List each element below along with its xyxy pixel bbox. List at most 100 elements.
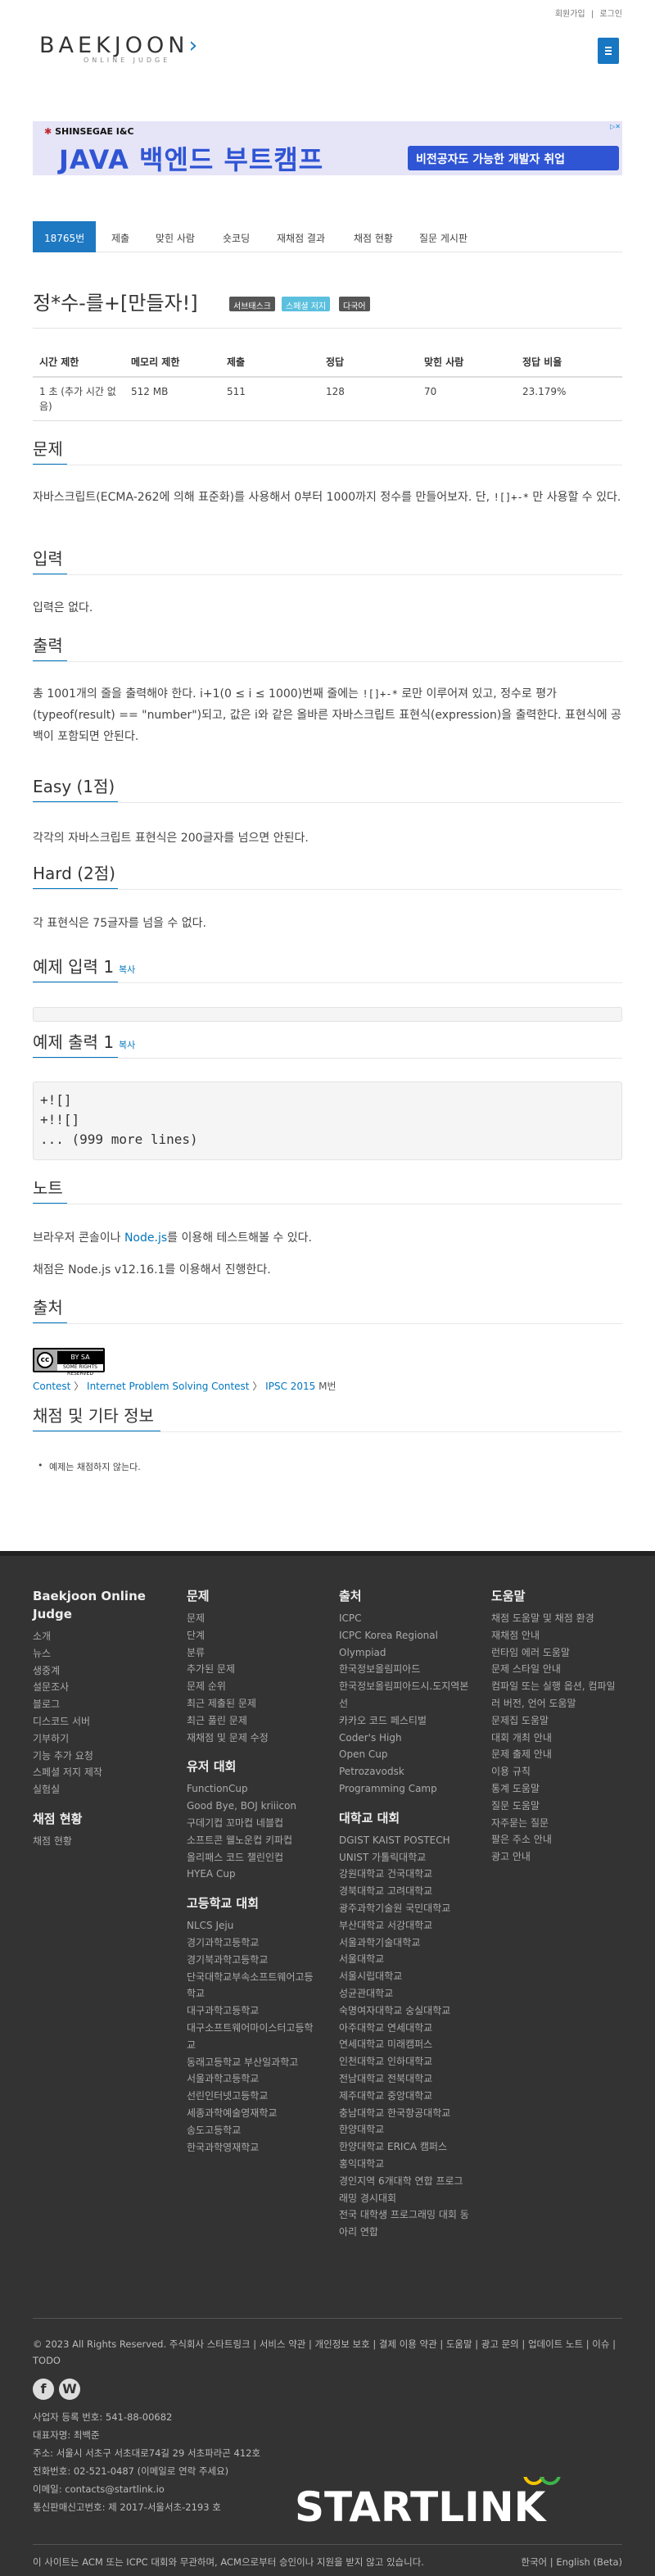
footer-link[interactable]: 기능 추가 요청 xyxy=(33,1748,172,1765)
footer-link[interactable]: 채점 도움말 및 채점 환경 xyxy=(491,1610,622,1627)
footer-link[interactable]: UNIST 가톨릭대학교 xyxy=(339,1849,470,1866)
footer-link[interactable]: 한양대학교 xyxy=(339,2121,470,2138)
footer-link[interactable]: 대회 개최 안내 xyxy=(491,1730,622,1747)
footer-link[interactable]: 성균관대학교 xyxy=(339,1985,470,2002)
tab-solvers[interactable]: 맞힌 사람 xyxy=(156,221,195,252)
footer-link[interactable]: 문제 스타일 안내 xyxy=(491,1661,622,1678)
footer-link[interactable]: 뉴스 xyxy=(33,1645,172,1662)
footer-link[interactable]: 문제 xyxy=(187,1610,318,1627)
footer-link[interactable]: 서울과학고등학교 xyxy=(187,2070,318,2088)
label-subtask[interactable]: 서브태스크 xyxy=(229,297,275,311)
label-special-judge[interactable]: 스페셜 저지 xyxy=(282,297,331,311)
footer-link[interactable]: 재채점 안내 xyxy=(491,1627,622,1644)
footer-link[interactable]: 강원대학교 건국대학교 xyxy=(339,1866,470,1883)
footer-link[interactable]: 대구과학고등학교 xyxy=(187,2002,318,2020)
footer-link[interactable]: 올리패스 코드 챌린인컵 xyxy=(187,1849,318,1866)
copy-sample-output-button[interactable]: 복사 xyxy=(119,1040,135,1050)
footer-link[interactable]: 스페셜 저지 제작 xyxy=(33,1764,172,1781)
footer-link[interactable]: 추가된 문제 xyxy=(187,1661,318,1678)
footer-link[interactable]: ICPC xyxy=(339,1610,470,1627)
site-logo[interactable]: BAEKJOON› ONLINE JUDGE xyxy=(39,33,203,79)
footer-link[interactable]: 제주대학교 중앙대학교 xyxy=(339,2088,470,2105)
footer-link[interactable]: Open Cup xyxy=(339,1746,470,1763)
footer-link[interactable]: 아주대학교 연세대학교 xyxy=(339,2020,470,2037)
footer-link[interactable]: 경기과학고등학교 xyxy=(187,1934,318,1952)
footer-copyright-links[interactable]: © 2023 All Rights Reserved. 주식회사 스타트링크 |… xyxy=(33,2336,622,2369)
footer-link[interactable]: 자주묻는 질문 xyxy=(491,1815,622,1832)
footer-link[interactable]: 한양대학교 ERICA 캠퍼스 xyxy=(339,2138,470,2156)
footer-link[interactable]: 한국정보올림피아드 xyxy=(339,1661,470,1678)
footer-link[interactable]: 경기북과학고등학교 xyxy=(187,1952,318,1969)
footer-link[interactable]: 광고 안내 xyxy=(491,1848,622,1866)
nodejs-link[interactable]: Node.js xyxy=(124,1231,167,1245)
tab-status[interactable]: 채점 현황 xyxy=(354,221,393,252)
footer-link[interactable]: 문제 출제 안내 xyxy=(491,1746,622,1763)
footer-link[interactable]: DGIST KAIST POSTECH xyxy=(339,1832,470,1849)
menu-toggle-button[interactable] xyxy=(598,38,619,64)
footer-link[interactable]: 재채점 및 문제 수정 xyxy=(187,1730,318,1747)
footer-link[interactable]: 문제 순위 xyxy=(187,1678,318,1695)
footer-link[interactable]: 최근 제출된 문제 xyxy=(187,1695,318,1712)
footer-link[interactable]: 단국대학교부속소프트웨어고등학교 xyxy=(187,1969,318,2003)
label-multilingual[interactable]: 다국어 xyxy=(339,297,370,311)
wordpress-icon[interactable]: W xyxy=(59,2379,80,2400)
footer-link[interactable]: HYEA Cup xyxy=(187,1866,318,1883)
tab-board[interactable]: 질문 게시판 xyxy=(419,221,468,252)
footer-link[interactable]: 충남대학교 한국항공대학교 xyxy=(339,2105,470,2122)
crumb-ipsc-2015[interactable]: IPSC 2015 xyxy=(265,1381,315,1392)
footer-link[interactable]: 송도고등학교 xyxy=(187,2122,318,2139)
footer-link[interactable]: Good Bye, BOJ kriiicon xyxy=(187,1798,318,1815)
signup-link[interactable]: 회원가입 xyxy=(555,10,585,19)
footer-link[interactable]: Petrozavodsk xyxy=(339,1763,470,1780)
footer-link[interactable]: 연세대학교 미래캠퍼스 xyxy=(339,2036,470,2053)
tab-problem-number[interactable]: 18765번 xyxy=(33,221,97,252)
footer-link[interactable]: 동래고등학교 부산일과학고 xyxy=(187,2054,318,2071)
language-switcher[interactable]: 한국어 | English (Beta) xyxy=(521,2556,622,2569)
footer-link[interactable]: Coder's High xyxy=(339,1730,470,1747)
startlink-logo[interactable]: STARTLINK xyxy=(295,2450,622,2531)
facebook-icon[interactable]: f xyxy=(33,2379,54,2400)
footer-link[interactable]: 단계 xyxy=(187,1627,318,1644)
footer-link[interactable]: 대구소프트웨어마이스터고등학교 xyxy=(187,2020,318,2054)
footer-link[interactable]: Olympiad xyxy=(339,1644,470,1662)
footer-link[interactable]: 문제집 도움말 xyxy=(491,1712,622,1730)
footer-link[interactable]: 광주과학기술원 국민대학교 xyxy=(339,1900,470,1917)
ad-banner[interactable]: ✱ SHINSEGAE I&C JAVA 백엔드 부트캠프 비전공자도 가능한 … xyxy=(33,121,622,175)
footer-link[interactable]: 최근 풀린 문제 xyxy=(187,1712,318,1730)
footer-link[interactable]: 채점 현황 xyxy=(33,1833,172,1850)
footer-link[interactable]: 부산대학교 서강대학교 xyxy=(339,1917,470,1934)
footer-link[interactable]: 기부하기 xyxy=(33,1730,172,1748)
footer-link[interactable]: 런타임 에러 도움말 xyxy=(491,1644,622,1662)
footer-link[interactable]: 팔은 주소 안내 xyxy=(491,1831,622,1848)
footer-link[interactable]: 서울대학교 xyxy=(339,1951,470,1968)
footer-link[interactable]: Programming Camp xyxy=(339,1780,470,1798)
footer-link[interactable]: 구데기컵 꼬마컵 네블컵 xyxy=(187,1815,318,1832)
footer-link[interactable]: 소프트콘 웰노운컵 키파컵 xyxy=(187,1832,318,1849)
footer-link[interactable]: 경인지역 6개대학 연합 프로그래밍 경시대회 xyxy=(339,2173,470,2207)
footer-link[interactable]: 실험실 xyxy=(33,1781,172,1798)
footer-link[interactable]: 홍익대학교 xyxy=(339,2156,470,2173)
sample-output-box[interactable]: +![] +!![] ... (999 more lines) xyxy=(33,1082,622,1160)
footer-link[interactable]: 서울시립대학교 xyxy=(339,1968,470,1985)
footer-link[interactable]: 블로그 xyxy=(33,1696,172,1713)
tab-rejudge-result[interactable]: 재채점 결과 xyxy=(277,221,325,252)
footer-link[interactable]: 인천대학교 인하대학교 xyxy=(339,2053,470,2070)
sample-input-box[interactable] xyxy=(33,1007,622,1022)
creative-commons-license-icon[interactable]: cc BY SA SOME RIGHTS RESERVED xyxy=(33,1348,105,1376)
crumb-ipsc[interactable]: Internet Problem Solving Contest xyxy=(87,1381,249,1392)
footer-link[interactable]: 한국정보올림피아드시.도지역본선 xyxy=(339,1678,470,1712)
tab-submit[interactable]: 제출 xyxy=(111,221,129,252)
footer-link[interactable]: 디스코드 서버 xyxy=(33,1713,172,1730)
footer-link[interactable]: 분류 xyxy=(187,1644,318,1662)
footer-link[interactable]: 설문조사 xyxy=(33,1679,172,1696)
footer-link[interactable]: 이용 규칙 xyxy=(491,1763,622,1780)
footer-link[interactable]: ICPC Korea Regional xyxy=(339,1627,470,1644)
footer-link[interactable]: 전국 대학생 프로그래밍 대회 동아리 연합 xyxy=(339,2206,470,2241)
footer-link[interactable]: 한국과학영재학교 xyxy=(187,2139,318,2156)
copy-sample-input-button[interactable]: 복사 xyxy=(119,964,135,975)
ad-close-icon[interactable]: ▷✕ xyxy=(610,123,621,130)
footer-link[interactable]: 소개 xyxy=(33,1628,172,1645)
footer-link[interactable]: 카카오 코드 페스티벌 xyxy=(339,1712,470,1730)
footer-link[interactable]: 생중계 xyxy=(33,1662,172,1680)
footer-link[interactable]: 서울과학기술대학교 xyxy=(339,1934,470,1952)
